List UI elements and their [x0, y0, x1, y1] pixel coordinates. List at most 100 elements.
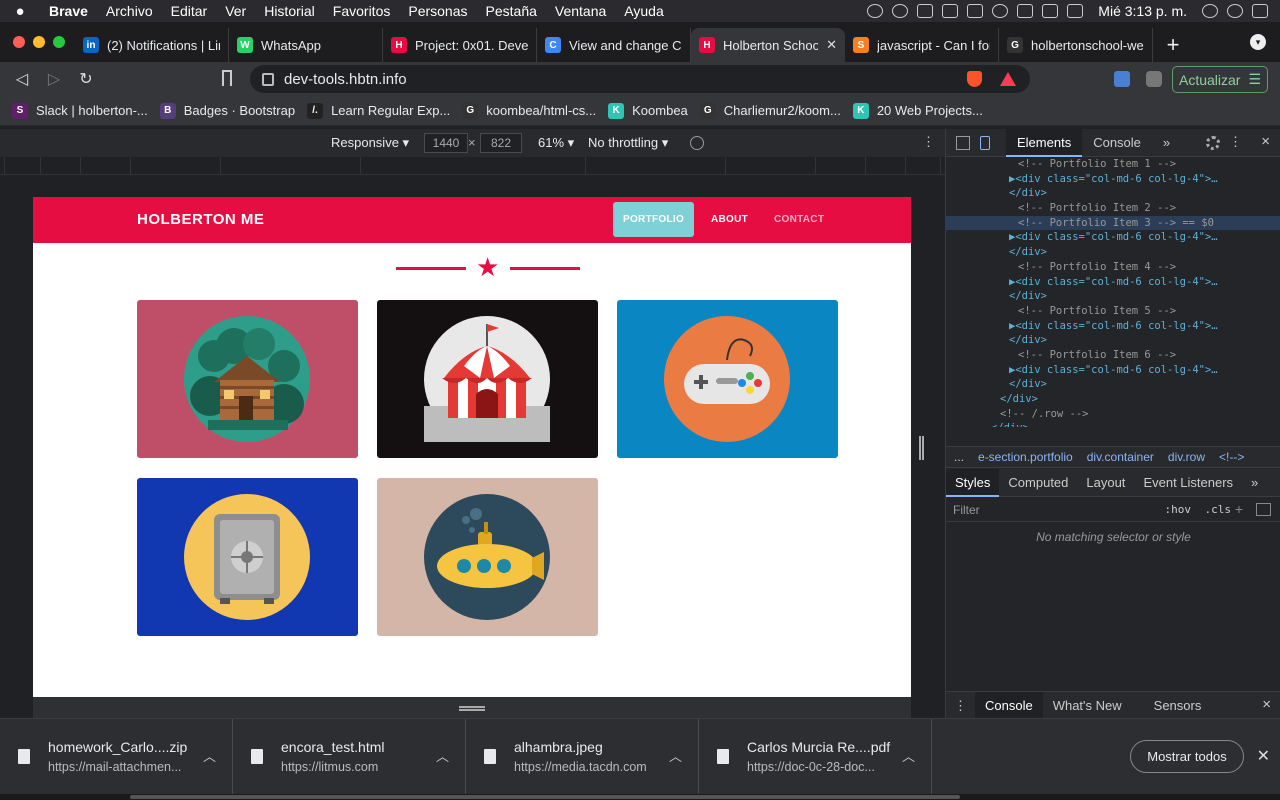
download-item[interactable]: encora_test.html https://litmus.com ︿: [233, 719, 466, 795]
back-button[interactable]: ◁: [6, 69, 38, 89]
browser-tab[interactable]: H Project: 0x01. Develo: [383, 28, 537, 62]
show-all-downloads-button[interactable]: Mostrar todos: [1130, 740, 1244, 773]
control-center-icon[interactable]: [1252, 4, 1268, 18]
dom-node[interactable]: <!-- Portfolio Item 1 -->: [946, 157, 1280, 172]
viewport-resize-bar[interactable]: [33, 697, 911, 719]
breadcrumb-item[interactable]: ...: [954, 450, 964, 464]
dom-node[interactable]: </div>: [946, 289, 1280, 304]
portfolio-item-cabin[interactable]: [137, 300, 358, 458]
dom-node[interactable]: </div>: [946, 377, 1280, 392]
styles-tab-layout[interactable]: Layout: [1077, 469, 1134, 497]
dom-node[interactable]: </div>: [946, 245, 1280, 260]
bookmark-item[interactable]: K 20 Web Projects...: [852, 102, 983, 119]
dom-node[interactable]: <!-- Portfolio Item 6 -->: [946, 348, 1280, 363]
breadcrumb-item[interactable]: div.row: [1168, 450, 1205, 464]
browser-tab[interactable]: C View and change CSS: [537, 28, 691, 62]
browser-tab[interactable]: Gholbertonschool-web: [999, 28, 1153, 62]
reload-button[interactable]: ↻: [70, 69, 102, 89]
browser-tab[interactable]: H Holberton School ✕: [691, 28, 845, 62]
styles-tab-styles[interactable]: Styles: [946, 468, 1000, 497]
styles-tab-[interactable]: »: [1242, 469, 1267, 497]
breadcrumb-item[interactable]: <!-->: [1219, 450, 1244, 464]
dom-node[interactable]: <!-- Portfolio Item 3 --> == $0: [946, 215, 1280, 231]
close-drawer-icon[interactable]: ×: [1262, 696, 1271, 713]
nav-link-contact[interactable]: CONTACT: [764, 202, 834, 237]
battery-status-icon[interactable]: [1067, 4, 1084, 18]
chevron-up-icon[interactable]: ︿: [436, 746, 449, 765]
dom-node[interactable]: ▶<div class="col-md-6 col-lg-4">…: [946, 172, 1280, 187]
bookmark-item[interactable]: G Charliemur2/koom...: [699, 102, 841, 119]
minimize-window-icon[interactable]: [33, 36, 45, 48]
dom-node[interactable]: </div>: [946, 421, 1280, 427]
menu-item-archivo[interactable]: Archivo: [97, 3, 162, 19]
download-item[interactable]: Carlos Murcia Re....pdf https://doc-0c-28…: [699, 719, 932, 795]
apple-menu-icon[interactable]: ●: [0, 3, 40, 20]
update-button[interactable]: Actualizar ☰: [1172, 66, 1268, 93]
portfolio-item-submarine[interactable]: [377, 478, 598, 636]
device-mode-select[interactable]: Responsive ▾: [331, 135, 409, 151]
site-brand[interactable]: HOLBERTON ME: [137, 211, 264, 228]
breadcrumb-item[interactable]: e-section.portfolio: [978, 450, 1073, 464]
drawer-tab-sensors[interactable]: Sensors: [1144, 692, 1212, 720]
download-item[interactable]: alhambra.jpeg https://media.tacdn.com ︿: [466, 719, 699, 795]
viewport-height-input[interactable]: 822: [480, 133, 522, 153]
clock[interactable]: Mié 3:13 p. m.: [1098, 3, 1187, 19]
browser-tab[interactable]: in (2) Notifications | Lin: [75, 28, 229, 62]
dom-node[interactable]: </div>: [946, 333, 1280, 348]
close-window-icon[interactable]: [13, 36, 25, 48]
tab-search-icon[interactable]: ▾: [1250, 34, 1266, 50]
bookmark-icon[interactable]: [222, 70, 232, 86]
dom-node[interactable]: ▶<div class="col-md-6 col-lg-4">…: [946, 363, 1280, 378]
nav-link-portfolio[interactable]: PORTFOLIO: [613, 202, 695, 237]
tab-console[interactable]: Console: [1082, 129, 1152, 157]
brave-shields-icon[interactable]: [967, 71, 982, 87]
lock-icon[interactable]: [262, 72, 274, 86]
dom-node[interactable]: ▶<div class="col-md-6 col-lg-4">…: [946, 230, 1280, 245]
portfolio-item-game-controller[interactable]: [617, 300, 838, 458]
airplay-status-icon[interactable]: [967, 4, 984, 18]
chevron-up-icon[interactable]: ︿: [203, 746, 216, 765]
rotate-icon[interactable]: [690, 136, 704, 150]
dom-node[interactable]: ▶<div class="col-md-6 col-lg-4">…: [946, 319, 1280, 334]
accessibility-status-icon[interactable]: [867, 4, 884, 18]
dom-node[interactable]: <!-- Portfolio Item 4 -->: [946, 260, 1280, 275]
filter-input[interactable]: Filter: [953, 503, 980, 517]
inspect-element-icon[interactable]: [956, 135, 970, 150]
new-tab-button[interactable]: +: [1153, 28, 1193, 62]
zoom-select[interactable]: 61% ▾: [538, 135, 574, 151]
chevron-up-icon[interactable]: ︿: [669, 746, 682, 765]
styles-filter[interactable]: Filter :hov .cls +: [946, 498, 1280, 522]
viewport-resize-handle[interactable]: [919, 436, 924, 460]
dom-node[interactable]: </div>: [946, 186, 1280, 201]
dom-node[interactable]: <!-- /.row -->: [946, 407, 1280, 422]
viewport-width-input[interactable]: 1440: [424, 133, 468, 153]
nav-link-about[interactable]: ABOUT: [701, 202, 758, 237]
creative-cloud-status-icon[interactable]: [892, 4, 909, 18]
devtools-menu-icon[interactable]: ⋮: [1229, 134, 1242, 150]
breadcrumb-item[interactable]: div.container: [1087, 450, 1154, 464]
settings-icon[interactable]: [1206, 136, 1220, 150]
translate-icon[interactable]: [1114, 71, 1130, 87]
bookmark-item[interactable]: /. Learn Regular Exp...: [307, 102, 450, 119]
toggle-sidebar-icon[interactable]: [1256, 503, 1271, 516]
siri-icon[interactable]: [1227, 4, 1243, 18]
styles-tab-event-listeners[interactable]: Event Listeners: [1134, 469, 1242, 497]
spotlight-search-icon[interactable]: [1202, 4, 1218, 18]
browser-tab[interactable]: Sjavascript - Can I forc: [845, 28, 999, 62]
drawer-tab-console[interactable]: Console: [975, 691, 1043, 720]
menu-item-historial[interactable]: Historial: [255, 3, 324, 19]
drawer-menu-icon[interactable]: ⋮: [946, 698, 975, 714]
new-style-rule-icon[interactable]: +: [1235, 501, 1243, 517]
dom-node[interactable]: <!-- Portfolio Item 2 -->: [946, 201, 1280, 216]
hover-state-toggle[interactable]: :hov: [1165, 503, 1192, 516]
menu-item-pestaña[interactable]: Pestaña: [477, 3, 546, 19]
class-toggle[interactable]: .cls: [1205, 503, 1232, 516]
extensions-icon[interactable]: [1146, 71, 1162, 87]
menu-item-personas[interactable]: Personas: [399, 3, 476, 19]
vpn-status-icon[interactable]: [942, 4, 959, 18]
device-toolbar-icon[interactable]: [980, 135, 990, 150]
url-text[interactable]: dev-tools.hbtn.info: [284, 71, 407, 88]
chevron-up-icon[interactable]: ︿: [902, 746, 915, 765]
tab-elements[interactable]: Elements: [1006, 128, 1083, 157]
dom-node[interactable]: <!-- Portfolio Item 5 -->: [946, 304, 1280, 319]
